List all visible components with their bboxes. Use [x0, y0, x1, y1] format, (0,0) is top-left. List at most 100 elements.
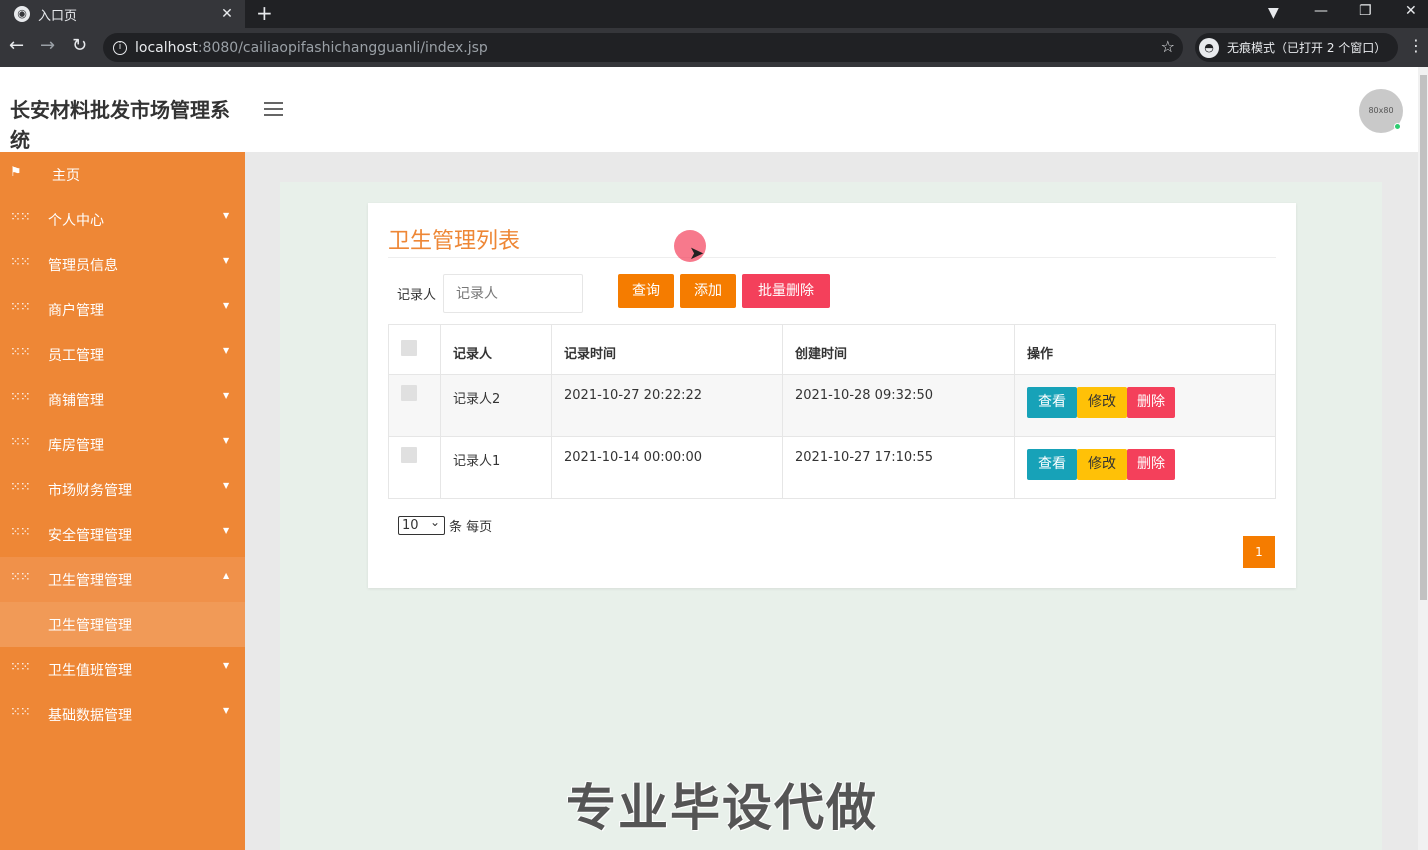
search-label: 记录人	[397, 288, 437, 303]
caret-down-icon: ▼	[223, 391, 230, 400]
grid-icon: ⁙⁙	[10, 300, 31, 315]
sidebar-item-label: 卫生管理管理	[48, 573, 132, 589]
flag-icon: ⚑	[10, 165, 22, 180]
column-header: 记录人	[440, 324, 552, 375]
table-row: 记录人1 2021-10-14 00:00:00 2021-10-27 17:1…	[388, 436, 1276, 499]
browser-toolbar: ← → ↻ i localhost:8080/cailiaopifashicha…	[0, 28, 1428, 67]
sidebar-subitem-label: 卫生管理管理	[48, 618, 132, 634]
sidebar-item-warehouse[interactable]: ⁙⁙ 库房管理 ▼	[0, 422, 245, 467]
profile-dropdown-icon[interactable]: ▼	[1268, 5, 1279, 21]
page-size-select[interactable]: 10	[398, 514, 445, 535]
cursor-arrow-icon: ➤	[689, 243, 705, 264]
address-bar[interactable]: i localhost:8080/cailiaopifashichangguan…	[103, 33, 1183, 62]
incognito-label: 无痕模式（已打开 2 个窗口）	[1227, 41, 1387, 55]
restore-icon[interactable]: ❐	[1359, 3, 1372, 19]
grid-icon: ⁙⁙	[10, 570, 31, 585]
window-close-icon[interactable]: ✕	[1405, 3, 1417, 19]
grid-icon: ⁙⁙	[10, 345, 31, 360]
caret-down-icon: ▼	[223, 346, 230, 355]
sidebar-item-merchants[interactable]: ⁙⁙ 商户管理 ▼	[0, 287, 245, 332]
select-all-cell	[388, 324, 441, 375]
divider	[388, 257, 1276, 258]
sidebar-item-shops[interactable]: ⁙⁙ 商铺管理 ▼	[0, 377, 245, 422]
actions-cell: 查看 修改 删除	[1014, 374, 1276, 437]
caret-up-icon: ▲	[223, 571, 230, 580]
sidebar: ⚑ 主页 ⁙⁙ 个人中心 ▼ ⁙⁙ 管理员信息 ▼ ⁙⁙ 商户管理 ▼ ⁙⁙ 员…	[0, 152, 245, 850]
delete-button[interactable]: 删除	[1127, 387, 1175, 418]
edit-button[interactable]: 修改	[1077, 387, 1127, 418]
created-time-cell: 2021-10-28 09:32:50	[782, 374, 1015, 437]
data-table: 记录人 记录时间 创建时间 操作 记录人2 2021-10-27 20:22:2…	[388, 324, 1276, 499]
sidebar-item-safety[interactable]: ⁙⁙ 安全管理管理 ▼	[0, 512, 245, 557]
caret-down-icon: ▼	[223, 706, 230, 715]
globe-icon: ◉	[14, 6, 30, 22]
pagination-page-button[interactable]: 1	[1243, 536, 1275, 568]
row-checkbox[interactable]	[401, 447, 417, 463]
edit-button[interactable]: 修改	[1077, 449, 1127, 480]
recorder-cell: 记录人2	[440, 374, 552, 437]
sidebar-item-basedata[interactable]: ⁙⁙ 基础数据管理 ▼	[0, 692, 245, 737]
kebab-icon[interactable]: ⋮	[1408, 36, 1424, 55]
row-checkbox[interactable]	[401, 385, 417, 401]
browser-tab[interactable]: ◉ 入口页 ✕	[0, 0, 245, 28]
app-header: 长安材料批发市场管理系统 80x80	[0, 67, 1418, 152]
back-icon[interactable]: ←	[9, 36, 24, 56]
incognito-indicator[interactable]: ◓ 无痕模式（已打开 2 个窗口）	[1195, 33, 1399, 62]
select-all-checkbox[interactable]	[401, 340, 417, 356]
scrollbar-thumb[interactable]	[1420, 75, 1427, 600]
batch-delete-button[interactable]: 批量删除	[742, 274, 830, 308]
sidebar-item-label: 个人中心	[48, 213, 104, 229]
grid-icon: ⁙⁙	[10, 480, 31, 495]
sidebar-item-label: 安全管理管理	[48, 528, 132, 544]
reload-icon[interactable]: ↻	[72, 36, 87, 56]
watermark: 专业毕设代做	[566, 779, 878, 837]
star-icon[interactable]: ☆	[1161, 37, 1175, 56]
forward-icon[interactable]: →	[40, 36, 55, 56]
sidebar-item-label: 市场财务管理	[48, 483, 132, 499]
grid-icon: ⁙⁙	[10, 390, 31, 405]
grid-icon: ⁙⁙	[10, 660, 31, 675]
sidebar-item-home[interactable]: ⚑ 主页	[0, 152, 245, 197]
column-header: 创建时间	[782, 324, 1015, 375]
search-input[interactable]	[443, 274, 583, 313]
sidebar-item-staff[interactable]: ⁙⁙ 员工管理 ▼	[0, 332, 245, 377]
sidebar-item-personal[interactable]: ⁙⁙ 个人中心 ▼	[0, 197, 245, 242]
url-host: localhost	[135, 39, 198, 56]
sidebar-item-sanitation[interactable]: ⁙⁙ 卫生管理管理 ▲	[0, 557, 245, 602]
sidebar-item-admins[interactable]: ⁙⁙ 管理员信息 ▼	[0, 242, 245, 287]
table-row: 记录人2 2021-10-27 20:22:22 2021-10-28 09:3…	[388, 374, 1276, 437]
caret-down-icon: ▼	[223, 301, 230, 310]
menu-toggle-icon[interactable]	[264, 102, 283, 116]
browser-tabbar: ◉ 入口页 ✕ + ▼ — ❐ ✕	[0, 0, 1428, 28]
sidebar-item-label: 管理员信息	[48, 258, 118, 274]
record-time-cell: 2021-10-14 00:00:00	[551, 436, 783, 499]
column-header: 记录时间	[551, 324, 783, 375]
list-card: 卫生管理列表 记录人 查询 添加 批量删除 记录人 记录时间 创建时间 操作 记…	[368, 203, 1296, 588]
plus-icon[interactable]: +	[256, 3, 273, 23]
close-icon[interactable]: ✕	[217, 6, 237, 22]
view-button[interactable]: 查看	[1027, 449, 1077, 480]
page-title: 卫生管理列表	[388, 229, 521, 254]
caret-down-icon: ▼	[223, 436, 230, 445]
page-size-control: 10 条 每页	[398, 514, 492, 535]
sidebar-item-label: 主页	[52, 168, 80, 184]
sidebar-item-label: 基础数据管理	[48, 708, 132, 724]
sidebar-subitem-sanitation[interactable]: 卫生管理管理	[0, 602, 245, 647]
delete-button[interactable]: 删除	[1127, 449, 1175, 480]
record-time-cell: 2021-10-27 20:22:22	[551, 374, 783, 437]
grid-icon: ⁙⁙	[10, 525, 31, 540]
caret-down-icon: ▼	[223, 481, 230, 490]
sidebar-item-label: 员工管理	[48, 348, 104, 364]
minimize-icon[interactable]: —	[1314, 3, 1328, 19]
sidebar-item-duty[interactable]: ⁙⁙ 卫生值班管理 ▼	[0, 647, 245, 692]
online-status-dot	[1394, 123, 1401, 130]
add-button[interactable]: 添加	[680, 274, 736, 308]
sidebar-item-finance[interactable]: ⁙⁙ 市场财务管理 ▼	[0, 467, 245, 512]
query-button[interactable]: 查询	[618, 274, 674, 308]
info-icon[interactable]: i	[113, 40, 127, 55]
grid-icon: ⁙⁙	[10, 705, 31, 720]
grid-icon: ⁙⁙	[10, 255, 31, 270]
sidebar-item-label: 库房管理	[48, 438, 104, 454]
view-button[interactable]: 查看	[1027, 387, 1077, 418]
url-path: :8080/cailiaopifashichangguanli/index.js…	[197, 39, 488, 56]
